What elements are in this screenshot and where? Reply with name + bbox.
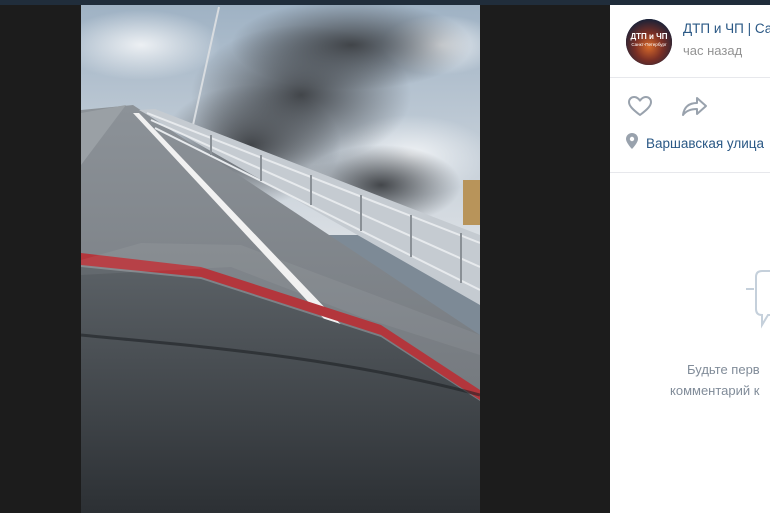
no-comments-line-2: комментарий к [670, 383, 760, 398]
no-comments-line-1: Будьте перв [687, 362, 760, 377]
location-pin-icon [626, 132, 638, 154]
share-button[interactable] [680, 95, 710, 121]
comments-divider [610, 172, 770, 173]
post-side-panel: ДТП и ЧП Санкт-Петербург ДТП и ЧП | Са ч… [610, 5, 770, 513]
avatar-title: ДТП и ЧП [630, 32, 667, 41]
group-name-link[interactable]: ДТП и ЧП | Са [683, 21, 770, 36]
photo-viewer [0, 5, 610, 513]
post-photo[interactable] [81, 5, 480, 513]
avatar-subtitle: Санкт-Петербург [631, 42, 667, 47]
header-divider [610, 77, 770, 78]
post-location[interactable]: Варшавская улица [626, 132, 764, 154]
heart-icon [627, 95, 653, 122]
like-button[interactable] [625, 95, 655, 121]
post-time[interactable]: час назад [683, 43, 742, 58]
group-avatar[interactable]: ДТП и ЧП Санкт-Петербург [626, 19, 672, 65]
location-label[interactable]: Варшавская улица [646, 136, 764, 151]
no-comments-message: Будьте перв комментарий к [610, 359, 770, 401]
comment-bubble-icon [744, 267, 770, 342]
post-actions [610, 95, 770, 121]
post-header: ДТП и ЧП Санкт-Петербург ДТП и ЧП | Са ч… [610, 5, 770, 77]
share-icon [681, 95, 709, 122]
